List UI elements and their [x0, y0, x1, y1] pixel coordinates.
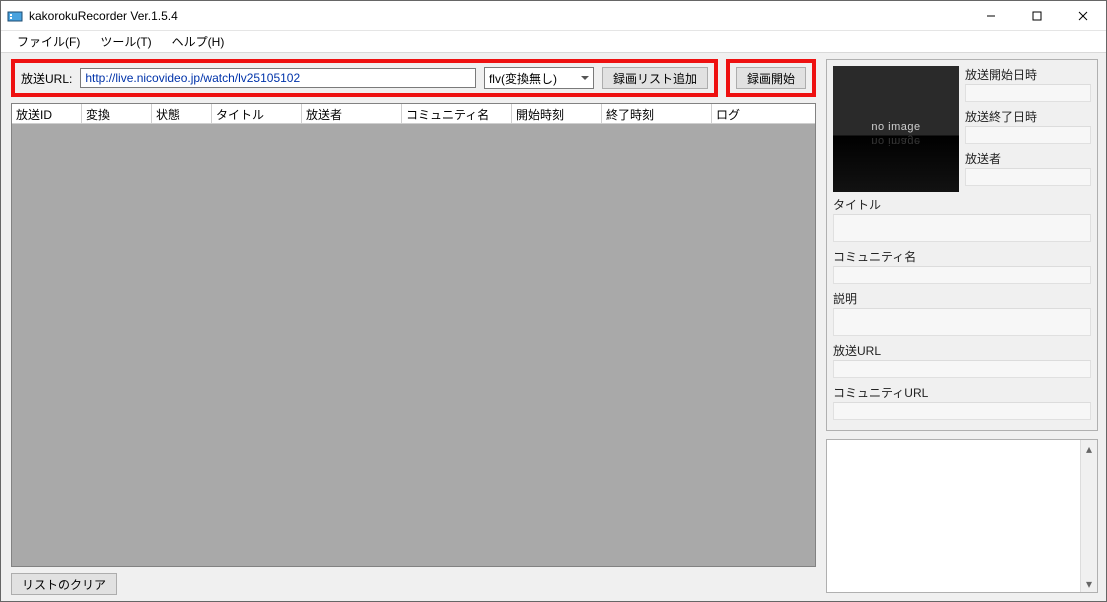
col-broadcast-id[interactable]: 放送ID — [12, 104, 82, 123]
label-community: コミュニティ名 — [833, 248, 1091, 265]
label-start-dt: 放送開始日時 — [965, 66, 1091, 83]
info-top: no image no image 放送開始日時 放送終了日時 放送者 — [833, 66, 1091, 192]
menu-help[interactable]: ヘルプ(H) — [162, 31, 235, 52]
log-scrollbar[interactable]: ▴ ▾ — [1080, 440, 1097, 592]
maximize-button[interactable] — [1014, 1, 1060, 31]
app-icon — [7, 8, 23, 24]
label-broadcast-url: 放送URL — [833, 342, 1091, 359]
menubar: ファイル(F) ツール(T) ヘルプ(H) — [1, 31, 1106, 53]
info-panel: no image no image 放送開始日時 放送終了日時 放送者 — [826, 59, 1098, 431]
label-broadcaster: 放送者 — [965, 150, 1091, 167]
value-title — [833, 214, 1091, 242]
value-community-url — [833, 402, 1091, 420]
col-broadcaster[interactable]: 放送者 — [302, 104, 402, 123]
col-community[interactable]: コミュニティ名 — [402, 104, 512, 123]
thumbnail: no image no image — [833, 66, 959, 192]
url-row: 放送URL: flv(変換無し) 録画リスト追加 — [11, 59, 718, 97]
format-select[interactable]: flv(変換無し) — [484, 67, 594, 89]
value-end-dt — [965, 126, 1091, 144]
label-description: 説明 — [833, 290, 1091, 307]
url-label: 放送URL: — [21, 70, 72, 87]
value-description — [833, 308, 1091, 336]
log-text[interactable] — [827, 440, 1080, 592]
titlebar: kakorokuRecorder Ver.1.5.4 — [1, 1, 1106, 31]
content: 放送URL: flv(変換無し) 録画リスト追加 録画開始 放送ID 変換 状態… — [1, 53, 1106, 601]
col-convert[interactable]: 変換 — [82, 104, 152, 123]
col-log[interactable]: ログ — [712, 104, 815, 123]
record-start-highlight: 録画開始 — [726, 59, 816, 97]
value-broadcast-url — [833, 360, 1091, 378]
col-start-time[interactable]: 開始時刻 — [512, 104, 602, 123]
col-end-time[interactable]: 終了時刻 — [602, 104, 712, 123]
scroll-down-icon[interactable]: ▾ — [1081, 575, 1097, 592]
log-panel: ▴ ▾ — [826, 439, 1098, 593]
scroll-up-icon[interactable]: ▴ — [1081, 440, 1097, 457]
window-title: kakorokuRecorder Ver.1.5.4 — [29, 9, 178, 23]
clear-list-button[interactable]: リストのクリア — [11, 573, 117, 595]
record-start-button[interactable]: 録画開始 — [736, 67, 806, 89]
col-status[interactable]: 状態 — [152, 104, 212, 123]
close-button[interactable] — [1060, 1, 1106, 31]
value-broadcaster — [965, 168, 1091, 186]
bottom-row: リストのクリア — [11, 573, 816, 595]
value-start-dt — [965, 84, 1091, 102]
menu-file[interactable]: ファイル(F) — [7, 31, 90, 52]
url-input[interactable] — [80, 68, 476, 88]
menu-tool[interactable]: ツール(T) — [90, 31, 161, 52]
label-title: タイトル — [833, 196, 1091, 213]
thumbnail-text-mirror: no image — [871, 135, 920, 147]
grid-wrap: 放送ID 変換 状態 タイトル 放送者 コミュニティ名 開始時刻 終了時刻 ログ… — [11, 103, 816, 595]
label-community-url: コミュニティURL — [833, 384, 1091, 401]
thumbnail-text: no image — [871, 121, 920, 133]
left-pane: 放送URL: flv(変換無し) 録画リスト追加 録画開始 放送ID 変換 状態… — [1, 53, 826, 601]
info-fields-below: タイトル コミュニティ名 説明 放送URL コミュニティURL — [833, 196, 1091, 424]
recording-grid[interactable]: 放送ID 変換 状態 タイトル 放送者 コミュニティ名 開始時刻 終了時刻 ログ — [11, 103, 816, 567]
add-to-list-button[interactable]: 録画リスト追加 — [602, 67, 708, 89]
col-title[interactable]: タイトル — [212, 104, 302, 123]
label-end-dt: 放送終了日時 — [965, 108, 1091, 125]
minimize-button[interactable] — [968, 1, 1014, 31]
format-select-value: flv(変換無し) — [489, 70, 557, 87]
url-row-wrap: 放送URL: flv(変換無し) 録画リスト追加 録画開始 — [11, 59, 816, 97]
value-community — [833, 266, 1091, 284]
right-pane: no image no image 放送開始日時 放送終了日時 放送者 — [826, 53, 1106, 601]
grid-header: 放送ID 変換 状態 タイトル 放送者 コミュニティ名 開始時刻 終了時刻 ログ — [12, 104, 815, 124]
info-fields-right: 放送開始日時 放送終了日時 放送者 — [965, 66, 1091, 192]
